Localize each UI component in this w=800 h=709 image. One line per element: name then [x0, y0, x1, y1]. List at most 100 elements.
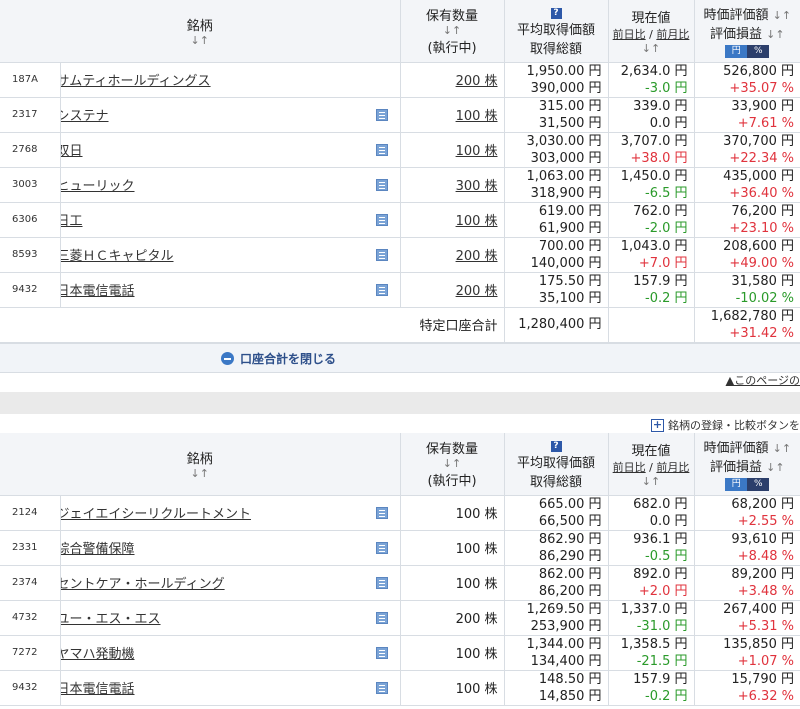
summary-total: 1,280,400 円 — [504, 307, 609, 343]
profit-loss: +5.31 % — [737, 618, 795, 634]
stock-name-link[interactable]: 綜合警備保障 — [60, 538, 135, 557]
avg-cell: 1,269.50 円 253,900 円 — [504, 600, 609, 636]
market-value: 93,610 円 — [731, 531, 795, 547]
stock-name-link[interactable]: セントケア・ホールディング — [60, 573, 225, 592]
header-qty[interactable]: 保有数量 ↓↑ (執行中) — [400, 0, 505, 63]
value-cell: 435,000 円 +36.40 % — [694, 167, 800, 203]
price-cell: 2,634.0 円 -3.0 円 — [608, 62, 695, 98]
help-icon[interactable]: ? — [550, 441, 562, 453]
value-cell: 33,900 円 +7.61 % — [694, 97, 800, 133]
stock-name-link[interactable]: ユー・エス・エス — [60, 608, 161, 627]
qty-value[interactable]: 200 株 — [456, 284, 498, 299]
sort-icon[interactable]: ↓↑ — [401, 457, 504, 470]
avg-cell: 315.00 円 31,500 円 — [504, 97, 609, 133]
unit-pct-button[interactable]: % — [747, 44, 770, 58]
stock-name-link[interactable]: ヒューリック — [60, 175, 135, 194]
stock-name-link[interactable]: サムティホールディングス — [60, 70, 211, 89]
summary-label: 特定口座合計 — [0, 307, 505, 343]
ledger-icon[interactable] — [375, 248, 388, 261]
sort-icon[interactable]: ↓↑ — [0, 34, 399, 47]
price-change: +38.0 円 — [630, 150, 688, 166]
ledger-icon[interactable] — [375, 143, 388, 156]
sort-day-change-link[interactable]: 前日比 — [613, 28, 646, 41]
total-cost: 253,900 円 — [530, 618, 602, 634]
holdings-table-specific: 銘柄 ↓↑ 保有数量 ↓↑ (執行中) ? 平均取得価額 取得総額 現在値 前日… — [0, 0, 800, 343]
profit-loss: +6.32 % — [737, 688, 795, 704]
avg-price: 619.00 円 — [538, 203, 602, 219]
sort-icon[interactable]: ↓↑ — [766, 461, 784, 474]
page-top-link[interactable]: ▲このページの — [726, 372, 800, 388]
header-avg: ? 平均取得価額 取得総額 — [504, 0, 609, 63]
qty-value[interactable]: 200 株 — [456, 74, 498, 89]
ledger-icon[interactable] — [375, 178, 388, 191]
ledger-icon[interactable] — [375, 681, 388, 694]
unit-toggle[interactable]: 円% — [725, 477, 770, 491]
ledger-icon[interactable] — [375, 506, 388, 519]
close-totals-button[interactable]: 口座合計を閉じる — [221, 350, 336, 367]
sort-icon[interactable]: ↓↑ — [0, 467, 399, 480]
sort-month-change-link[interactable]: 前月比 — [656, 28, 689, 41]
qty-value[interactable]: 100 株 — [456, 214, 498, 229]
current-price: 157.9 円 — [633, 273, 688, 289]
header-price: 現在値 前日比 / 前月比 ↓↑ — [608, 433, 695, 496]
ledger-icon[interactable] — [375, 283, 388, 296]
qty-value[interactable]: 200 株 — [456, 249, 498, 264]
sort-icon[interactable]: ↓↑ — [401, 24, 504, 37]
header-name[interactable]: 銘柄 ↓↑ — [0, 0, 401, 63]
stock-name-link[interactable]: 日本電信電話 — [60, 678, 135, 697]
price-cell: 1,358.5 円 -21.5 円 — [608, 635, 695, 671]
sort-icon[interactable]: ↓↑ — [773, 9, 791, 22]
unit-yen-button[interactable]: 円 — [725, 44, 748, 58]
price-cell: 3,707.0 円 +38.0 円 — [608, 132, 695, 168]
stock-code: 2768 — [0, 132, 61, 168]
qty-value[interactable]: 100 株 — [456, 144, 498, 159]
header-name[interactable]: 銘柄 ↓↑ — [0, 433, 401, 496]
sort-icon[interactable]: ↓↑ — [609, 475, 694, 488]
stock-name-link[interactable]: 三菱ＨＣキャピタル — [60, 245, 174, 264]
ledger-icon[interactable] — [375, 611, 388, 624]
sort-icon[interactable]: ↓↑ — [609, 42, 694, 55]
stock-code: 9432 — [0, 272, 61, 308]
table-row: 6306日工100 株619.00 円61,900 円762.0 円-2.0 円… — [0, 202, 800, 238]
sort-icon[interactable]: ↓↑ — [766, 28, 784, 41]
price-change: +2.0 円 — [638, 583, 688, 599]
help-icon[interactable]: ? — [550, 8, 562, 20]
header-qty[interactable]: 保有数量 ↓↑ (執行中) — [400, 433, 505, 496]
qty-cell: 100 株 — [400, 132, 505, 168]
summary-value: 1,682,780 円 — [710, 308, 795, 324]
unit-pct-button[interactable]: % — [747, 477, 770, 491]
profit-loss: +2.55 % — [737, 513, 795, 529]
header-value: 時価評価額 ↓↑ 評価損益 ↓↑ 円% — [694, 433, 800, 496]
stock-name-link[interactable]: ジェイエイシーリクルートメント — [60, 503, 251, 522]
section-divider — [0, 392, 800, 414]
qty-value[interactable]: 100 株 — [456, 109, 498, 124]
table-row: 187A サムティホールディングス 200 株 1,950.00 円 390,000 円… — [0, 62, 800, 98]
unit-toggle[interactable]: 円% — [725, 44, 770, 58]
unit-yen-button[interactable]: 円 — [725, 477, 748, 491]
stock-name-link[interactable]: ヤマハ発動機 — [60, 643, 135, 662]
sort-month-change-link[interactable]: 前月比 — [656, 461, 689, 474]
ledger-icon[interactable] — [375, 213, 388, 226]
sort-day-change-link[interactable]: 前日比 — [613, 461, 646, 474]
stock-code: 6306 — [0, 202, 61, 238]
stock-name-link[interactable]: システナ — [60, 105, 109, 124]
register-compare-link[interactable]: + 銘柄の登録・比較ボタンを — [651, 417, 800, 433]
qty-value: 100 株 — [455, 542, 498, 557]
stock-name-link[interactable]: 双日 — [60, 140, 83, 159]
stock-name-link[interactable]: 日工 — [60, 210, 83, 229]
avg-cell: 1,950.00 円 390,000 円 — [504, 62, 609, 98]
stock-name-link[interactable]: 日本電信電話 — [60, 280, 135, 299]
ledger-icon[interactable] — [375, 108, 388, 121]
avg-price: 700.00 円 — [538, 238, 602, 254]
ledger-icon[interactable] — [375, 576, 388, 589]
qty-cell: 200 株 — [400, 62, 505, 98]
price-cell: 1,450.0 円 -6.5 円 — [608, 167, 695, 203]
qty-value[interactable]: 300 株 — [456, 179, 498, 194]
table-row: 4732 ユー・エス・エス 200 株 1,269.50 円 253,900 円 1,33… — [0, 600, 800, 636]
ledger-icon[interactable] — [375, 646, 388, 659]
current-price: 157.9 円 — [633, 671, 688, 687]
ledger-icon[interactable] — [375, 541, 388, 554]
qty-value: 100 株 — [455, 682, 498, 697]
sort-icon[interactable]: ↓↑ — [773, 442, 791, 455]
stock-name-cell: 日本電信電話 — [60, 670, 401, 706]
